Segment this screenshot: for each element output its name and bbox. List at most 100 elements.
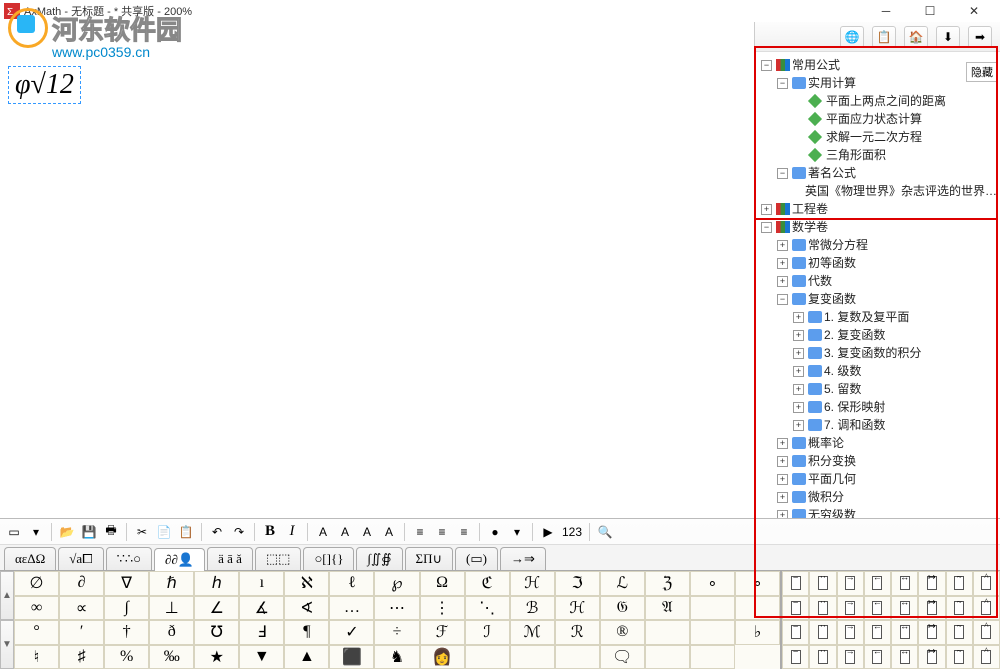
symbol-tab-4[interactable]: ä ā ǎ	[207, 547, 253, 570]
tree-item[interactable]: +初等函数	[775, 254, 998, 272]
library-toolbar-btn-2[interactable]: 🏠	[904, 26, 928, 48]
symbol-tab-6[interactable]: ○[]{}	[303, 547, 354, 570]
tree-expander-icon[interactable]: +	[761, 204, 772, 215]
symbol-cell[interactable]: ‰	[149, 645, 194, 669]
arrow-template-cell[interactable]: ^	[973, 620, 1000, 645]
tree-item[interactable]: +代数	[775, 272, 998, 290]
tree-expander-icon[interactable]: +	[793, 330, 804, 341]
tree-expander-icon[interactable]: +	[777, 240, 788, 251]
tree-item[interactable]: +概率论	[775, 434, 998, 452]
tree-item[interactable]: +微积分	[775, 488, 998, 506]
arrow-template-cell[interactable]: ↔	[891, 645, 918, 669]
toolbar-btn-14[interactable]: B	[260, 522, 280, 542]
arrow-template-cell[interactable]: ··	[809, 645, 836, 669]
arrow-template-cell[interactable]: ^	[973, 645, 1000, 669]
symbol-cell[interactable]: ♭	[735, 620, 780, 645]
arrow-template-cell[interactable]: →	[837, 645, 864, 669]
toolbar-btn-11[interactable]: ↶	[207, 522, 227, 542]
toolbar-btn-0[interactable]: ▭	[4, 522, 24, 542]
symbol-cell[interactable]: 𝔄	[645, 596, 690, 621]
arrow-template-cell[interactable]: –	[782, 620, 809, 645]
toolbar-btn-18[interactable]: A	[335, 522, 355, 542]
tree-item[interactable]: +1. 复数及复平面	[791, 308, 998, 326]
arrow-template-cell[interactable]: ··	[809, 596, 836, 621]
symbol-cell[interactable]	[645, 645, 690, 669]
toolbar-btn-19[interactable]: A	[357, 522, 377, 542]
arrow-template-cell[interactable]: →	[837, 620, 864, 645]
tree-item[interactable]: +常微分方程	[775, 236, 998, 254]
toolbar-btn-27[interactable]: ▾	[507, 522, 527, 542]
symbol-cell[interactable]: ▲	[284, 645, 329, 669]
symbol-cell[interactable]: ♞	[374, 645, 419, 669]
toolbar-btn-5[interactable]: 🖶	[101, 522, 121, 542]
tree-item[interactable]: −著名公式	[775, 164, 998, 182]
symbol-cell[interactable]	[465, 645, 510, 669]
symbol-cell[interactable]: ℵ	[284, 571, 329, 596]
symbol-next-button[interactable]: ▼	[0, 620, 14, 669]
symbol-cell[interactable]: ℏ	[149, 571, 194, 596]
tree-expander-icon[interactable]: +	[793, 366, 804, 377]
arrow-template-cell[interactable]: –	[782, 645, 809, 669]
symbol-prev-button[interactable]: ▲	[0, 571, 14, 620]
symbol-tab-9[interactable]: (▭)	[455, 547, 498, 570]
symbol-cell[interactable]: †	[104, 620, 149, 645]
formula-tree[interactable]: −常用公式−实用计算平面上两点之间的距离平面应力状态计算求解一元二次方程三角形面…	[755, 52, 1000, 518]
symbol-cell[interactable]: ℋ	[555, 596, 600, 621]
tree-expander-icon[interactable]: +	[777, 258, 788, 269]
tree-expander-icon[interactable]: +	[793, 420, 804, 431]
symbol-cell[interactable]: ∘	[690, 571, 735, 596]
symbol-cell[interactable]: ∞	[14, 596, 59, 621]
toolbar-btn-26[interactable]: ●	[485, 522, 505, 542]
toolbar-btn-4[interactable]: 💾	[79, 522, 99, 542]
symbol-cell[interactable]: ′	[59, 620, 104, 645]
symbol-cell[interactable]: ▼	[239, 645, 284, 669]
arrow-template-cell[interactable]: ↦	[918, 571, 945, 596]
symbol-cell[interactable]: 𝔊	[600, 596, 645, 621]
tree-expander-icon[interactable]: +	[777, 474, 788, 485]
tree-expander-icon[interactable]: +	[777, 492, 788, 503]
arrow-template-cell[interactable]: ··	[809, 571, 836, 596]
symbol-tab-0[interactable]: αεΔΩ	[4, 547, 56, 570]
symbol-cell[interactable]	[690, 620, 735, 645]
arrow-template-cell[interactable]: ^	[973, 571, 1000, 596]
arrow-template-cell[interactable]: ←	[864, 596, 891, 621]
symbol-cell[interactable]: ℎ	[194, 571, 239, 596]
arrow-template-cell[interactable]: ↔	[891, 571, 918, 596]
maximize-button[interactable]: ☐	[908, 0, 952, 22]
toolbar-btn-7[interactable]: ✂	[132, 522, 152, 542]
tree-expander-icon[interactable]: +	[777, 276, 788, 287]
symbol-cell[interactable]: Ⅎ	[239, 620, 284, 645]
close-button[interactable]: ✕	[952, 0, 996, 22]
arrow-template-cell[interactable]: ←	[864, 645, 891, 669]
arrow-template-cell[interactable]: ↦	[918, 596, 945, 621]
symbol-cell[interactable]: ℬ	[510, 596, 555, 621]
tree-item[interactable]: +5. 留数	[791, 380, 998, 398]
symbol-cell[interactable]: ⊥	[149, 596, 194, 621]
tree-item[interactable]: 三角形面积	[791, 146, 998, 164]
tree-item[interactable]: +7. 调和函数	[791, 416, 998, 434]
symbol-tab-2[interactable]: ∵∴○	[106, 547, 152, 570]
symbol-cell[interactable]: ∇	[104, 571, 149, 596]
library-toolbar-btn-3[interactable]: ⬇	[936, 26, 960, 48]
symbol-cell[interactable]: ℘	[374, 571, 419, 596]
tree-item[interactable]: +6. 保形映射	[791, 398, 998, 416]
symbol-cell[interactable]: ℭ	[465, 571, 510, 596]
symbol-tab-1[interactable]: √a⧠	[58, 547, 103, 570]
arrow-template-cell[interactable]: ··	[809, 620, 836, 645]
formula-input[interactable]: φ√12	[8, 66, 81, 104]
symbol-tab-8[interactable]: ΣΠ∪	[405, 547, 453, 570]
arrow-template-cell[interactable]: ~	[946, 620, 973, 645]
symbol-cell[interactable]	[555, 645, 600, 669]
tree-item[interactable]: 求解一元二次方程	[791, 128, 998, 146]
tree-expander-icon[interactable]: +	[777, 438, 788, 449]
library-toolbar-btn-0[interactable]: 🌐	[840, 26, 864, 48]
tree-item[interactable]: 英国《物理世界》杂志评选的世界…	[791, 182, 998, 200]
arrow-template-cell[interactable]: ←	[864, 571, 891, 596]
symbol-cell[interactable]: ∫	[104, 596, 149, 621]
symbol-cell[interactable]: ∠	[194, 596, 239, 621]
symbol-tab-7[interactable]: ∫∬∯	[356, 547, 402, 570]
symbol-cell[interactable]: ®	[600, 620, 645, 645]
arrow-template-cell[interactable]: ^	[973, 596, 1000, 621]
tree-item[interactable]: +2. 复变函数	[791, 326, 998, 344]
symbol-cell[interactable]: ℒ	[600, 571, 645, 596]
